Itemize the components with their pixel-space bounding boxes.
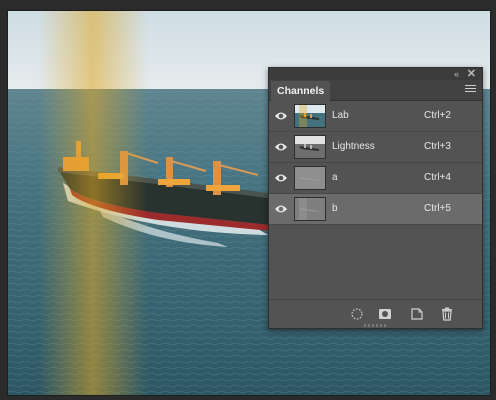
tab-channels[interactable]: Channels xyxy=(271,81,331,101)
channel-row-lab[interactable]: Lab Ctrl+2 xyxy=(269,101,482,132)
panel-tab-bar: Channels xyxy=(269,80,482,101)
visibility-eye-icon[interactable] xyxy=(274,141,288,153)
resize-grip[interactable] xyxy=(363,324,388,327)
channels-panel: « ✕ Channels Lab Ctrl+2 Lightness Ctrl+3… xyxy=(268,67,483,329)
visibility-eye-icon[interactable] xyxy=(274,172,288,184)
channel-row-a[interactable]: a Ctrl+4 xyxy=(269,163,482,194)
channel-shortcut: Ctrl+5 xyxy=(424,203,451,214)
channel-thumbnail-lab xyxy=(294,104,326,128)
save-selection-icon[interactable] xyxy=(377,306,393,322)
channel-thumbnail-b xyxy=(294,197,326,221)
channel-shortcut: Ctrl+4 xyxy=(424,172,451,183)
panel-menu-icon[interactable] xyxy=(465,85,476,94)
channel-list: Lab Ctrl+2 Lightness Ctrl+3 a Ctrl+4 b C… xyxy=(269,101,482,225)
channel-row-b[interactable]: b Ctrl+5 xyxy=(269,194,482,225)
load-selection-icon[interactable] xyxy=(349,306,365,322)
channel-name: a xyxy=(332,172,338,183)
new-channel-icon[interactable] xyxy=(409,306,425,322)
trash-icon[interactable] xyxy=(439,306,455,322)
channel-name: b xyxy=(332,203,338,214)
channel-thumbnail-a xyxy=(294,166,326,190)
channel-shortcut: Ctrl+3 xyxy=(424,141,451,152)
channel-name: Lightness xyxy=(332,141,375,152)
panel-footer xyxy=(269,299,482,328)
channel-shortcut: Ctrl+2 xyxy=(424,110,451,121)
channel-row-lightness[interactable]: Lightness Ctrl+3 xyxy=(269,132,482,163)
collapse-panel-icon[interactable]: « xyxy=(454,68,459,80)
channel-name: Lab xyxy=(332,110,349,121)
close-panel-icon[interactable]: ✕ xyxy=(467,68,476,80)
panel-title-bar[interactable]: « ✕ xyxy=(269,68,482,80)
channel-thumbnail-lightness xyxy=(294,135,326,159)
visibility-eye-icon[interactable] xyxy=(274,110,288,122)
visibility-eye-icon[interactable] xyxy=(274,203,288,215)
